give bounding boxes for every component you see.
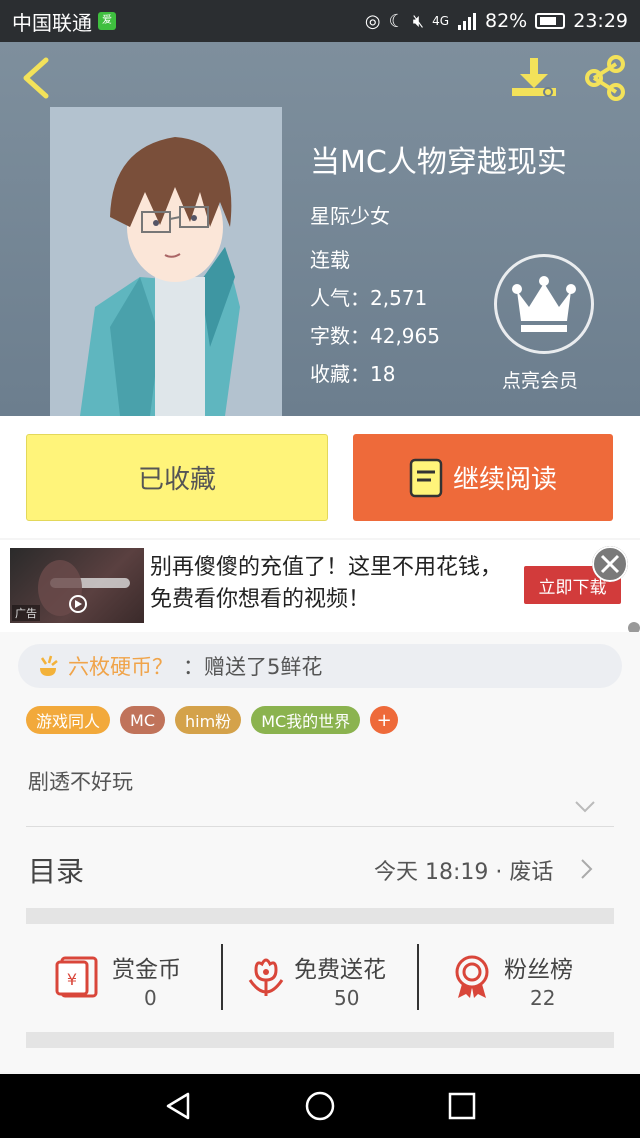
nav-home-icon[interactable] [304, 1090, 336, 1122]
gift-notice-bar[interactable]: 六枚硬币？ ：赠送了5鲜花 [18, 644, 622, 688]
divider [417, 944, 419, 1010]
stat-title: 粉丝榜 [504, 957, 573, 983]
tag-item[interactable]: him粉 [175, 706, 242, 734]
system-nav-bar [0, 1074, 640, 1138]
interaction-stats: ¥ 赏金币 0 免费送花 50 粉丝榜 22 [26, 932, 614, 1018]
carrier-name: 中国联通 [12, 10, 92, 35]
share-icon[interactable] [580, 54, 630, 102]
stat-value: 22 [530, 986, 556, 1010]
tag-item[interactable]: MC我的世界 [251, 706, 361, 734]
nav-back-icon[interactable] [162, 1090, 194, 1122]
author-name[interactable]: 星际少女 [310, 200, 390, 229]
book-title: 当MC人物穿越现实 [310, 145, 567, 180]
book-icon [409, 458, 443, 497]
action-bar: 已收藏 继续阅读 [0, 416, 640, 538]
vip-button[interactable] [494, 254, 594, 354]
chevron-right-icon[interactable] [580, 858, 594, 880]
stat-title: 赏金币 [112, 957, 181, 983]
tag-item[interactable]: 游戏同人 [26, 706, 111, 734]
back-icon[interactable] [16, 54, 56, 102]
medal-icon [455, 955, 489, 998]
nav-recents-icon[interactable] [446, 1090, 478, 1122]
book-header: 当MC人物穿越现实 星际少女 连载 人气：2,571 字数：42,965 收藏：… [0, 42, 640, 416]
gift-sparkle-icon [40, 655, 58, 676]
favorites-stat: 收藏：18 [310, 362, 396, 386]
download-icon[interactable] [508, 54, 560, 102]
clock: 23:29 [573, 10, 628, 32]
section-divider [26, 1032, 614, 1048]
red-envelope-icon: ¥ [55, 956, 98, 998]
tag-item[interactable]: MC [120, 706, 165, 734]
ad-text[interactable]: 别再傻傻的充值了！这里不用花钱，免费看你想看的视频！ [150, 552, 510, 616]
divider [221, 944, 223, 1010]
collected-button[interactable]: 已收藏 [26, 434, 328, 521]
stat-value: 50 [334, 986, 360, 1010]
close-ad-icon[interactable] [592, 546, 628, 582]
tag-list: 游戏同人 MC him粉 MC我的世界 + [26, 706, 399, 734]
book-detail-content: 六枚硬币？ ：赠送了5鲜花 游戏同人 MC him粉 MC我的世界 + 剧透不好… [0, 632, 640, 1072]
book-cover-image[interactable] [50, 107, 282, 416]
mute-icon: 🔇︎ [412, 10, 425, 32]
book-description: 剧透不好玩 [28, 770, 133, 794]
crown-icon [512, 276, 576, 332]
stat-title: 免费送花 [294, 957, 386, 983]
gift-message: ：赠送了5鲜花 [183, 655, 323, 679]
battery-icon [535, 13, 566, 29]
moon-icon: ☾ [388, 10, 405, 32]
fan-ranking-stat[interactable]: 粉丝榜 22 [420, 932, 614, 1018]
reward-coins-stat[interactable]: ¥ 赏金币 0 [26, 932, 222, 1018]
gift-sender[interactable]: 六枚硬币？ [68, 651, 173, 681]
ad-thumbnail[interactable]: 广告 [10, 548, 144, 623]
signal-icon [458, 13, 476, 30]
divider [26, 826, 614, 827]
battery-percent: 82% [485, 10, 528, 32]
cover-illustration [50, 107, 282, 416]
vip-label: 点亮会员 [502, 370, 579, 392]
word-count-stat: 字数：42,965 [310, 324, 440, 348]
status-icons: ◎ ☾ 🔇︎ 4G 82% 23:29 [365, 10, 628, 32]
network-type: 4G [432, 14, 449, 28]
popularity-stat: 人气：2,571 [310, 286, 428, 310]
iqiyi-badge-icon: 爱 [98, 12, 116, 30]
chevron-down-icon[interactable] [574, 800, 596, 814]
carrier-group: 中国联通 爱 [12, 7, 365, 36]
flower-icon [248, 958, 284, 996]
serial-status: 连载 [310, 248, 350, 272]
continue-reading-button[interactable]: 继续阅读 [353, 434, 613, 521]
ad-banner[interactable]: 广告 别再傻傻的充值了！这里不用花钱，免费看你想看的视频！ 立即下载 [0, 540, 640, 632]
status-bar: 中国联通 爱 ◎ ☾ 🔇︎ 4G 82% 23:29 [0, 0, 640, 42]
toc-latest-chapter[interactable]: 今天 18:19 · 废话 [374, 854, 553, 886]
hotspot-icon: ◎ [364, 10, 381, 32]
stat-value: 0 [144, 986, 157, 1010]
add-tag-button[interactable]: + [370, 706, 399, 734]
free-flowers-stat[interactable]: 免费送花 50 [224, 932, 418, 1018]
svg-text:¥: ¥ [67, 970, 77, 989]
toc-label[interactable]: 目录 [28, 850, 84, 890]
section-divider [26, 908, 614, 924]
ad-tag: 广告 [12, 605, 40, 621]
continue-reading-label: 继续阅读 [452, 465, 557, 495]
collected-label: 已收藏 [137, 465, 216, 495]
